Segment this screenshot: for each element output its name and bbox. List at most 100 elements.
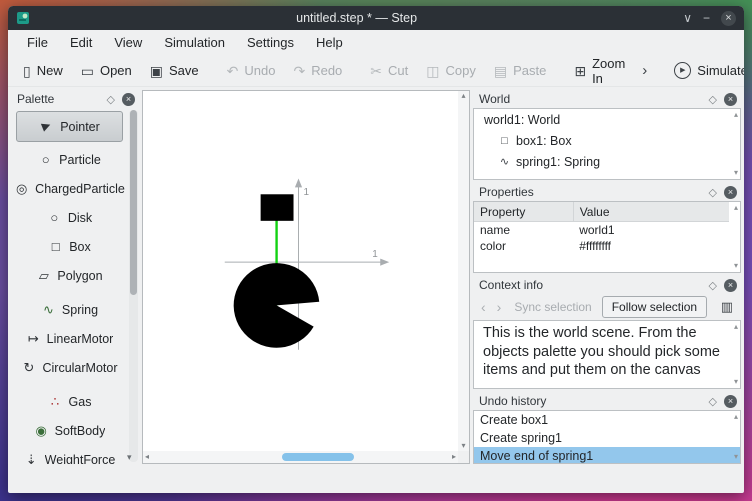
scroll-left-icon[interactable]: ◂ [145,453,149,461]
palette-item-charged-particle[interactable]: ◎ ChargedParticle [11,174,128,203]
palette-item-weight-force[interactable]: ⇣ WeightForce [11,445,128,465]
linear-motor-icon: ↦ [27,331,39,346]
shade-window-icon[interactable]: ∨ [683,12,692,24]
minimize-window-icon[interactable]: − [703,12,710,24]
menu-file[interactable]: File [16,32,59,53]
scroll-down-icon[interactable]: ▾ [734,378,738,386]
context-sidebar-icon[interactable]: ▥ [718,299,736,315]
undo-item[interactable]: Create box1 [474,411,740,429]
menu-settings[interactable]: Settings [236,32,305,53]
close-panel-icon[interactable]: × [724,92,737,106]
context-title: Context info [479,278,544,292]
canvas-horizontal-scrollbar[interactable]: ◂ ▸ [143,451,458,463]
new-button[interactable]: ▯ New [14,59,72,82]
float-panel-icon[interactable]: ◇ [709,279,717,292]
property-row[interactable]: color #ffffffff [474,238,729,254]
close-panel-icon[interactable]: × [724,278,737,292]
scroll-up-icon[interactable]: ▴ [734,204,738,212]
back-icon[interactable]: ‹ [478,299,489,315]
spring1-label: spring1: Spring [516,154,601,169]
close-window-icon[interactable]: × [721,10,736,26]
menu-help[interactable]: Help [305,32,354,53]
zoom-in-button[interactable]: ⊞ Zoom In [565,52,634,90]
canvas-vertical-scrollbar[interactable]: ▴ ▾ [458,91,469,451]
palette-item-linear-motor[interactable]: ↦ LinearMotor [11,324,128,353]
property-value-cell[interactable]: #ffffffff [573,238,729,254]
copy-label: Copy [445,63,476,78]
float-panel-icon[interactable]: ◇ [709,186,717,199]
palette-item-soft-body[interactable]: ◉ SoftBody [11,416,128,445]
palette-list: ▶ Pointer ○ Particle ◎ ChargedParticle ○ Disk □ B… [11,108,128,464]
float-panel-icon[interactable]: ◇ [709,395,717,408]
palette-item-box[interactable]: □ Box [11,232,128,261]
palette-item-pointer[interactable]: ▶ Pointer [16,111,123,142]
simulate-button[interactable]: ▶Simulate▾ [665,58,744,83]
follow-selection-button[interactable]: Follow selection [601,296,708,318]
menu-edit[interactable]: Edit [59,32,103,53]
charged-particle-label: ChargedParticle [35,181,125,196]
scroll-up-icon[interactable]: ▴ [734,413,738,421]
copy-button[interactable]: ◫ Copy [417,59,485,82]
box1-label: box1: Box [516,133,572,148]
palette-item-disk[interactable]: ○ Disk [11,203,128,232]
tree-item-spring1[interactable]: ∿ spring1: Spring [474,151,740,172]
spring-icon: ∿ [499,156,510,168]
palette-scroll-thumb[interactable] [130,110,137,295]
undo-button[interactable]: ↶ Undo [218,59,285,82]
close-panel-icon[interactable]: × [724,185,737,199]
palette-item-particle[interactable]: ○ Particle [11,145,128,174]
palette-item-polygon[interactable]: ▱ Polygon [11,261,128,290]
palette-item-circular-motor[interactable]: ↻ CircularMotor [11,353,128,382]
paste-button[interactable]: ▤ Paste [485,59,555,82]
scroll-right-icon[interactable]: ▸ [452,453,456,461]
redo-label: Redo [311,63,343,78]
palette-item-gas[interactable]: ∴ Gas [11,387,128,416]
scroll-down-icon[interactable]: ▾ [734,169,738,177]
cut-button[interactable]: ✂ Cut [361,59,417,82]
toolbar-overflow-icon[interactable]: › [634,62,655,79]
property-row[interactable]: name world1 [474,222,729,239]
properties-column-header[interactable]: Value [572,202,729,222]
canvas-hscroll-thumb[interactable] [281,453,355,461]
charged-particle-icon: ◎ [16,181,28,196]
property-value-cell[interactable]: world1 [573,222,729,239]
canvas-scene[interactable]: 1 1 [143,91,458,451]
close-panel-icon[interactable]: × [122,92,135,106]
forward-icon[interactable]: › [494,299,505,315]
redo-button[interactable]: ↷ Redo [284,59,351,82]
copy-icon: ◫ [426,62,440,79]
world-canvas[interactable]: 1 1 ▴ ▾ ◂ ▸ [142,90,470,464]
scroll-down-icon[interactable]: ▾ [734,453,738,461]
polygon-icon: ▱ [38,268,49,283]
close-x-glyph: × [725,11,732,24]
y-axis-arrow [294,178,303,188]
scroll-up-icon[interactable]: ▴ [461,92,465,100]
window-controls: ∨ − × [683,10,736,26]
palette-scrollbar[interactable]: ▾ [127,110,138,463]
disk-shape[interactable] [233,263,320,348]
open-button[interactable]: ▭ Open [72,59,141,82]
float-panel-icon[interactable]: ◇ [709,93,717,106]
scroll-down-icon[interactable]: ▾ [461,442,465,450]
undo-item[interactable]: Create spring1 [474,429,740,447]
box1-shape[interactable] [260,194,294,221]
menu-view[interactable]: View [103,32,153,53]
properties-column-header[interactable]: Property [474,202,574,222]
menu-simulation[interactable]: Simulation [153,32,236,53]
pointer-label: Pointer [60,119,100,134]
titlebar[interactable]: untitled.step * — Step ∨ − × [8,6,744,30]
scroll-up-icon[interactable]: ▴ [734,323,738,331]
sync-selection-button[interactable]: Sync selection [509,297,596,317]
scroll-up-icon[interactable]: ▴ [734,111,738,119]
palette-scroll-down-icon[interactable]: ▾ [127,452,132,463]
palette-item-spring[interactable]: ∿ Spring [11,295,128,324]
tree-item-world1[interactable]: world1: World [474,109,740,130]
undo-item[interactable]: Move end of spring1 [474,447,740,463]
particle-icon: ○ [41,152,50,167]
save-button[interactable]: ▣ Save [141,59,208,82]
scroll-down-icon[interactable]: ▾ [734,262,738,270]
float-panel-icon[interactable]: ◇ [107,93,115,106]
close-panel-icon[interactable]: × [724,394,737,408]
tree-item-box1[interactable]: □ box1: Box [474,130,740,151]
close-x: × [727,279,734,290]
